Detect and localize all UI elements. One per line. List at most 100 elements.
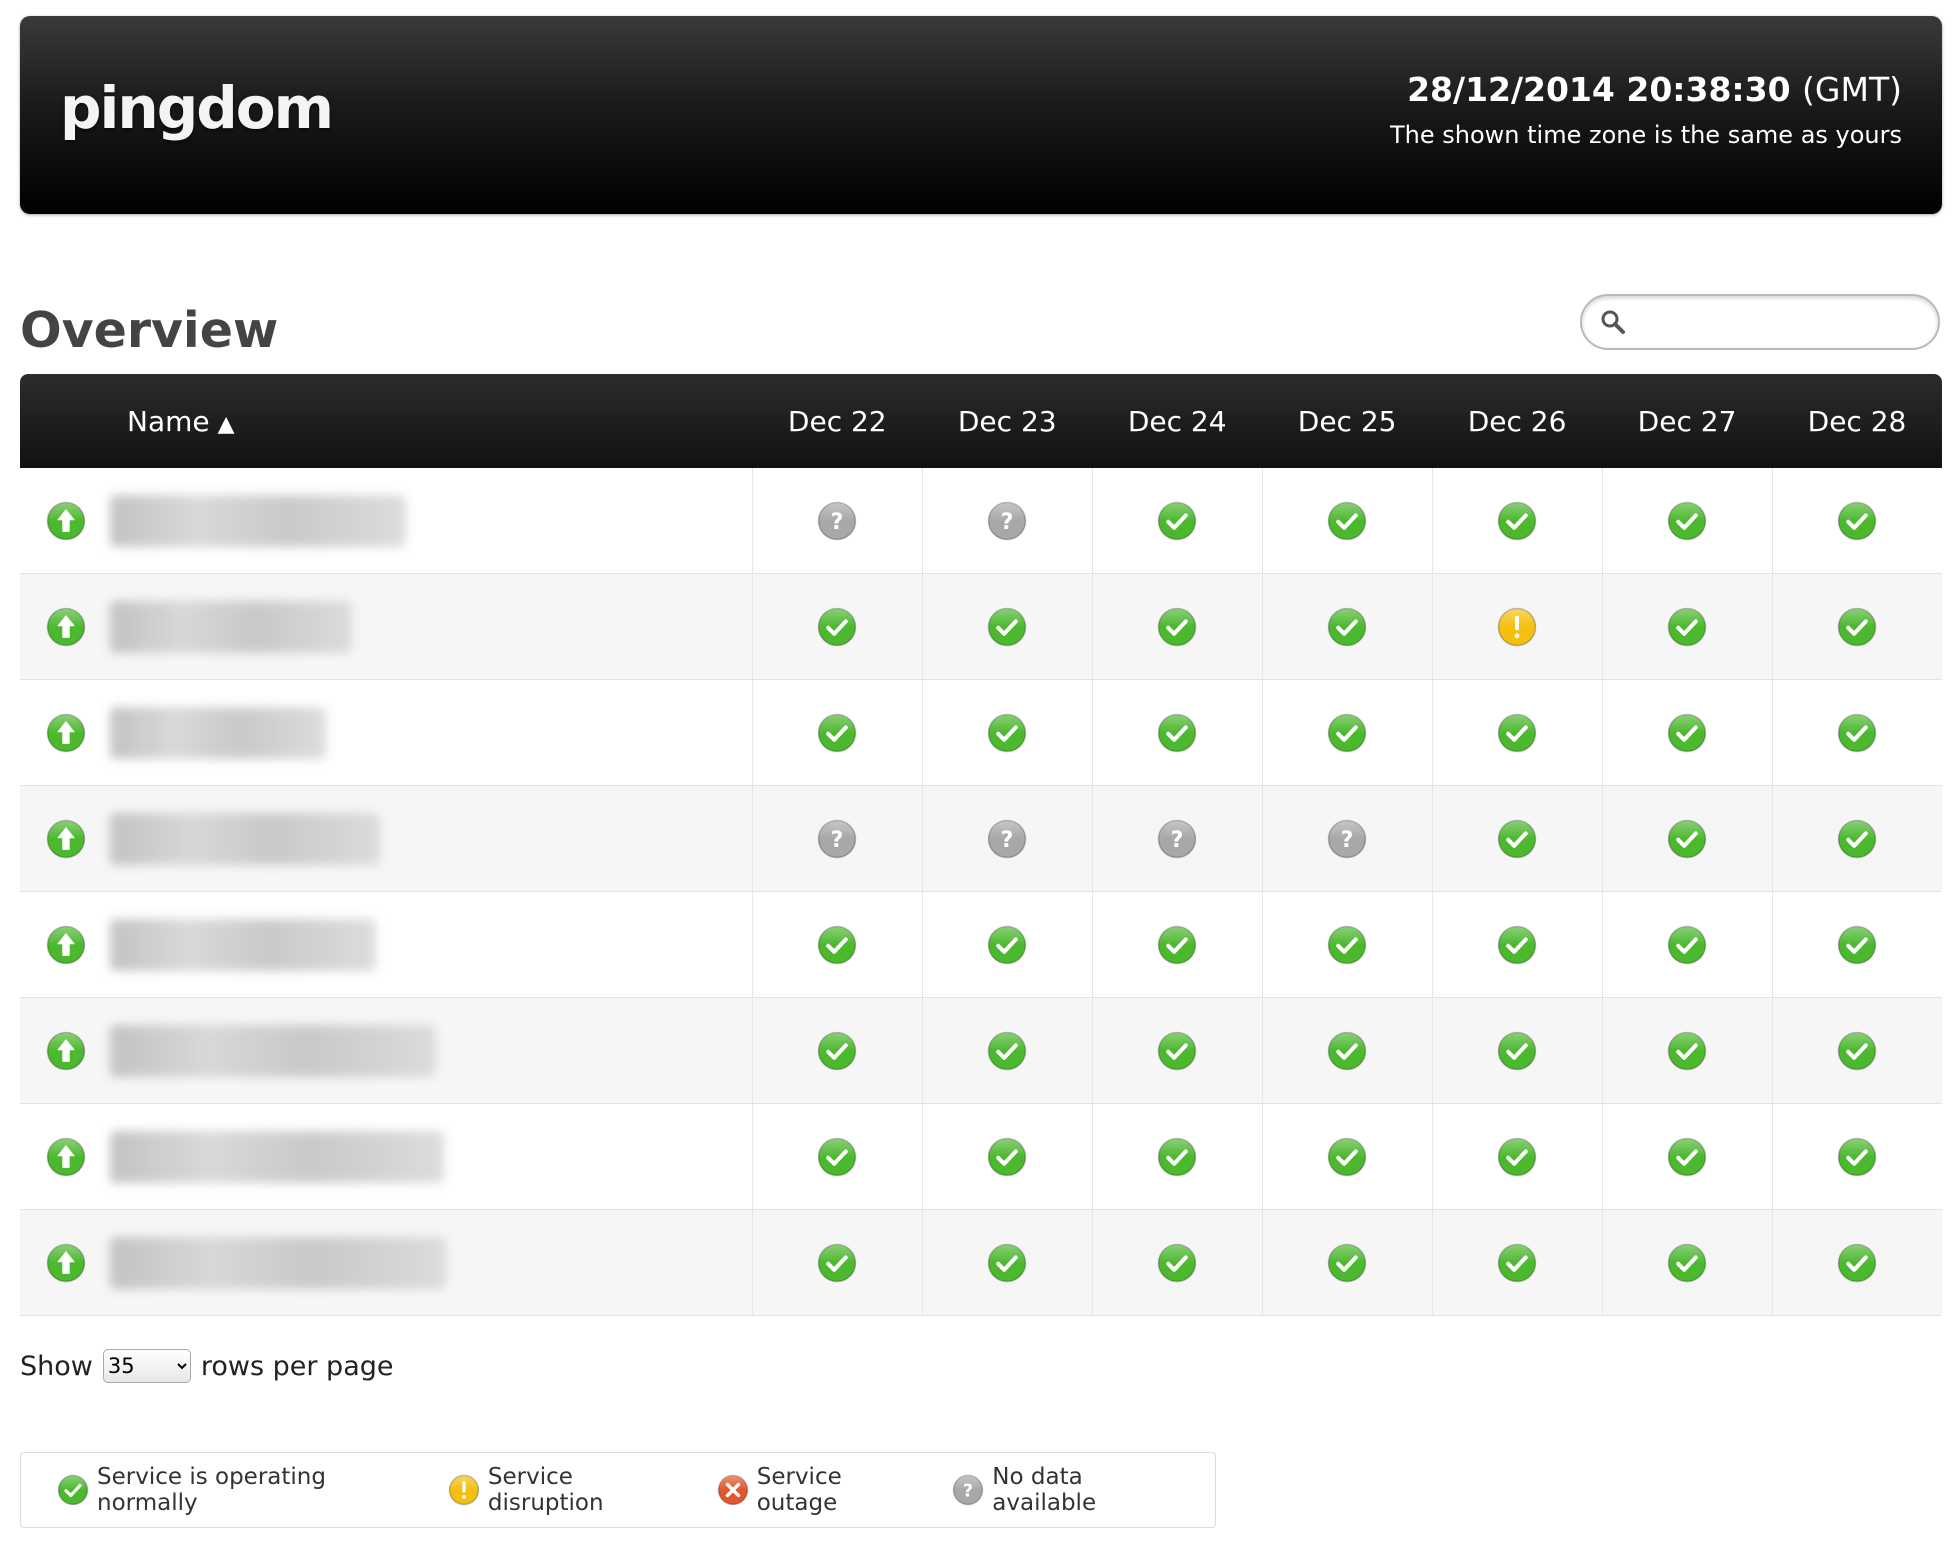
day-status-cell[interactable]: [1771, 1103, 1942, 1210]
day-status-cell[interactable]: [751, 573, 923, 680]
table-row[interactable]: [20, 679, 1942, 786]
day-status-cell[interactable]: [1771, 573, 1942, 680]
up-arrow-icon: [46, 501, 86, 541]
day-status-cell[interactable]: [1261, 679, 1433, 786]
day-status-cell[interactable]: [1771, 1209, 1942, 1316]
day-status-cell[interactable]: [751, 997, 923, 1104]
check-icon: [987, 1137, 1027, 1177]
redacted-check-name[interactable]: [109, 600, 352, 653]
day-status-cell[interactable]: ?: [1091, 785, 1263, 892]
day-status-cell[interactable]: [1431, 997, 1603, 1104]
day-status-cell[interactable]: [1261, 573, 1433, 680]
day-status-cell[interactable]: [1771, 468, 1942, 574]
day-status-cell[interactable]: [1261, 1209, 1433, 1316]
check-name-cell[interactable]: [109, 997, 753, 1104]
day-status-cell[interactable]: ?: [921, 468, 1093, 574]
day-status-cell[interactable]: [1431, 785, 1603, 892]
day-status-cell[interactable]: [921, 997, 1093, 1104]
day-status-cell[interactable]: [1601, 997, 1773, 1104]
table-row[interactable]: [20, 1103, 1942, 1210]
day-status-cell[interactable]: [1771, 891, 1942, 998]
redacted-check-name[interactable]: [109, 1130, 444, 1183]
day-column-header: Dec 25: [1297, 404, 1397, 438]
day-status-cell[interactable]: [1601, 785, 1773, 892]
redacted-check-name[interactable]: [109, 918, 376, 971]
day-status-cell[interactable]: [1431, 573, 1603, 680]
check-name-cell[interactable]: [109, 573, 753, 680]
day-status-cell[interactable]: [1431, 468, 1603, 574]
day-status-cell[interactable]: [1091, 1103, 1263, 1210]
day-status-cell[interactable]: [1601, 679, 1773, 786]
up-arrow-icon: [46, 607, 86, 647]
day-status-cell[interactable]: ?: [921, 785, 1093, 892]
check-name-cell[interactable]: [109, 785, 753, 892]
check-status-cell: [20, 997, 110, 1104]
day-status-cell[interactable]: [1261, 891, 1433, 998]
day-status-cell[interactable]: [1091, 468, 1263, 574]
table-row[interactable]: [20, 891, 1942, 998]
day-status-cell[interactable]: [1431, 679, 1603, 786]
day-status-cell[interactable]: [1771, 785, 1942, 892]
day-status-cell[interactable]: [1261, 997, 1433, 1104]
day-status-cell[interactable]: [751, 1103, 923, 1210]
day-status-cell[interactable]: [1091, 891, 1263, 998]
day-status-cell[interactable]: [1261, 468, 1433, 574]
day-status-cell[interactable]: [1261, 1103, 1433, 1210]
day-status-cell[interactable]: [1771, 997, 1942, 1104]
redacted-check-name[interactable]: [109, 1236, 446, 1289]
day-status-cell[interactable]: [1431, 1209, 1603, 1316]
redacted-check-name[interactable]: [109, 494, 406, 547]
day-status-cell[interactable]: [751, 1209, 923, 1316]
day-status-cell[interactable]: [1091, 1209, 1263, 1316]
name-column-header[interactable]: Name ▲: [20, 374, 752, 468]
check-icon: [1327, 1031, 1367, 1071]
redacted-check-name[interactable]: [109, 1024, 436, 1077]
check-name-cell[interactable]: [109, 468, 753, 574]
search-input[interactable]: [1636, 304, 1920, 342]
day-status-cell[interactable]: [1091, 997, 1263, 1104]
search-box[interactable]: [1580, 294, 1940, 350]
check-icon: [817, 713, 857, 753]
legend-item: Service outage: [717, 1464, 919, 1516]
day-status-cell[interactable]: [1601, 1103, 1773, 1210]
day-status-cell[interactable]: [921, 1209, 1093, 1316]
day-status-cell[interactable]: [921, 1103, 1093, 1210]
table-row[interactable]: [20, 1209, 1942, 1316]
day-status-cell[interactable]: [921, 891, 1093, 998]
day-status-cell[interactable]: [921, 573, 1093, 680]
check-icon: [1837, 925, 1877, 965]
redacted-check-name[interactable]: [109, 706, 326, 759]
day-status-cell[interactable]: [1771, 679, 1942, 786]
check-name-cell[interactable]: [109, 679, 753, 786]
day-status-cell[interactable]: [921, 679, 1093, 786]
day-status-cell[interactable]: [1601, 891, 1773, 998]
check-name-cell[interactable]: [109, 1103, 753, 1210]
pingdom-logo[interactable]: pingdom: [60, 74, 334, 142]
redacted-check-name[interactable]: [109, 812, 380, 865]
day-status-cell[interactable]: ?: [751, 468, 923, 574]
check-icon: [817, 925, 857, 965]
table-row[interactable]: [20, 997, 1942, 1104]
question-icon: ?: [817, 501, 857, 541]
table-row[interactable]: ? ?: [20, 468, 1942, 574]
day-status-cell[interactable]: ?: [751, 785, 923, 892]
day-status-cell[interactable]: [1091, 679, 1263, 786]
day-status-cell[interactable]: [751, 679, 923, 786]
question-icon: ?: [987, 501, 1027, 541]
check-icon: [1837, 1243, 1877, 1283]
check-icon: [817, 607, 857, 647]
day-status-cell[interactable]: [1601, 573, 1773, 680]
day-status-cell[interactable]: ?: [1261, 785, 1433, 892]
day-status-cell[interactable]: [1091, 573, 1263, 680]
day-status-cell[interactable]: [1601, 468, 1773, 574]
check-name-cell[interactable]: [109, 891, 753, 998]
timezone-note: The shown time zone is the same as yours: [1390, 121, 1902, 149]
check-name-cell[interactable]: [109, 1209, 753, 1316]
day-status-cell[interactable]: [1431, 1103, 1603, 1210]
table-row[interactable]: ? ? ? ?: [20, 785, 1942, 892]
day-status-cell[interactable]: [751, 891, 923, 998]
day-status-cell[interactable]: [1431, 891, 1603, 998]
day-status-cell[interactable]: [1601, 1209, 1773, 1316]
table-row[interactable]: [20, 573, 1942, 680]
rows-per-page-select[interactable]: 35: [102, 1349, 191, 1383]
